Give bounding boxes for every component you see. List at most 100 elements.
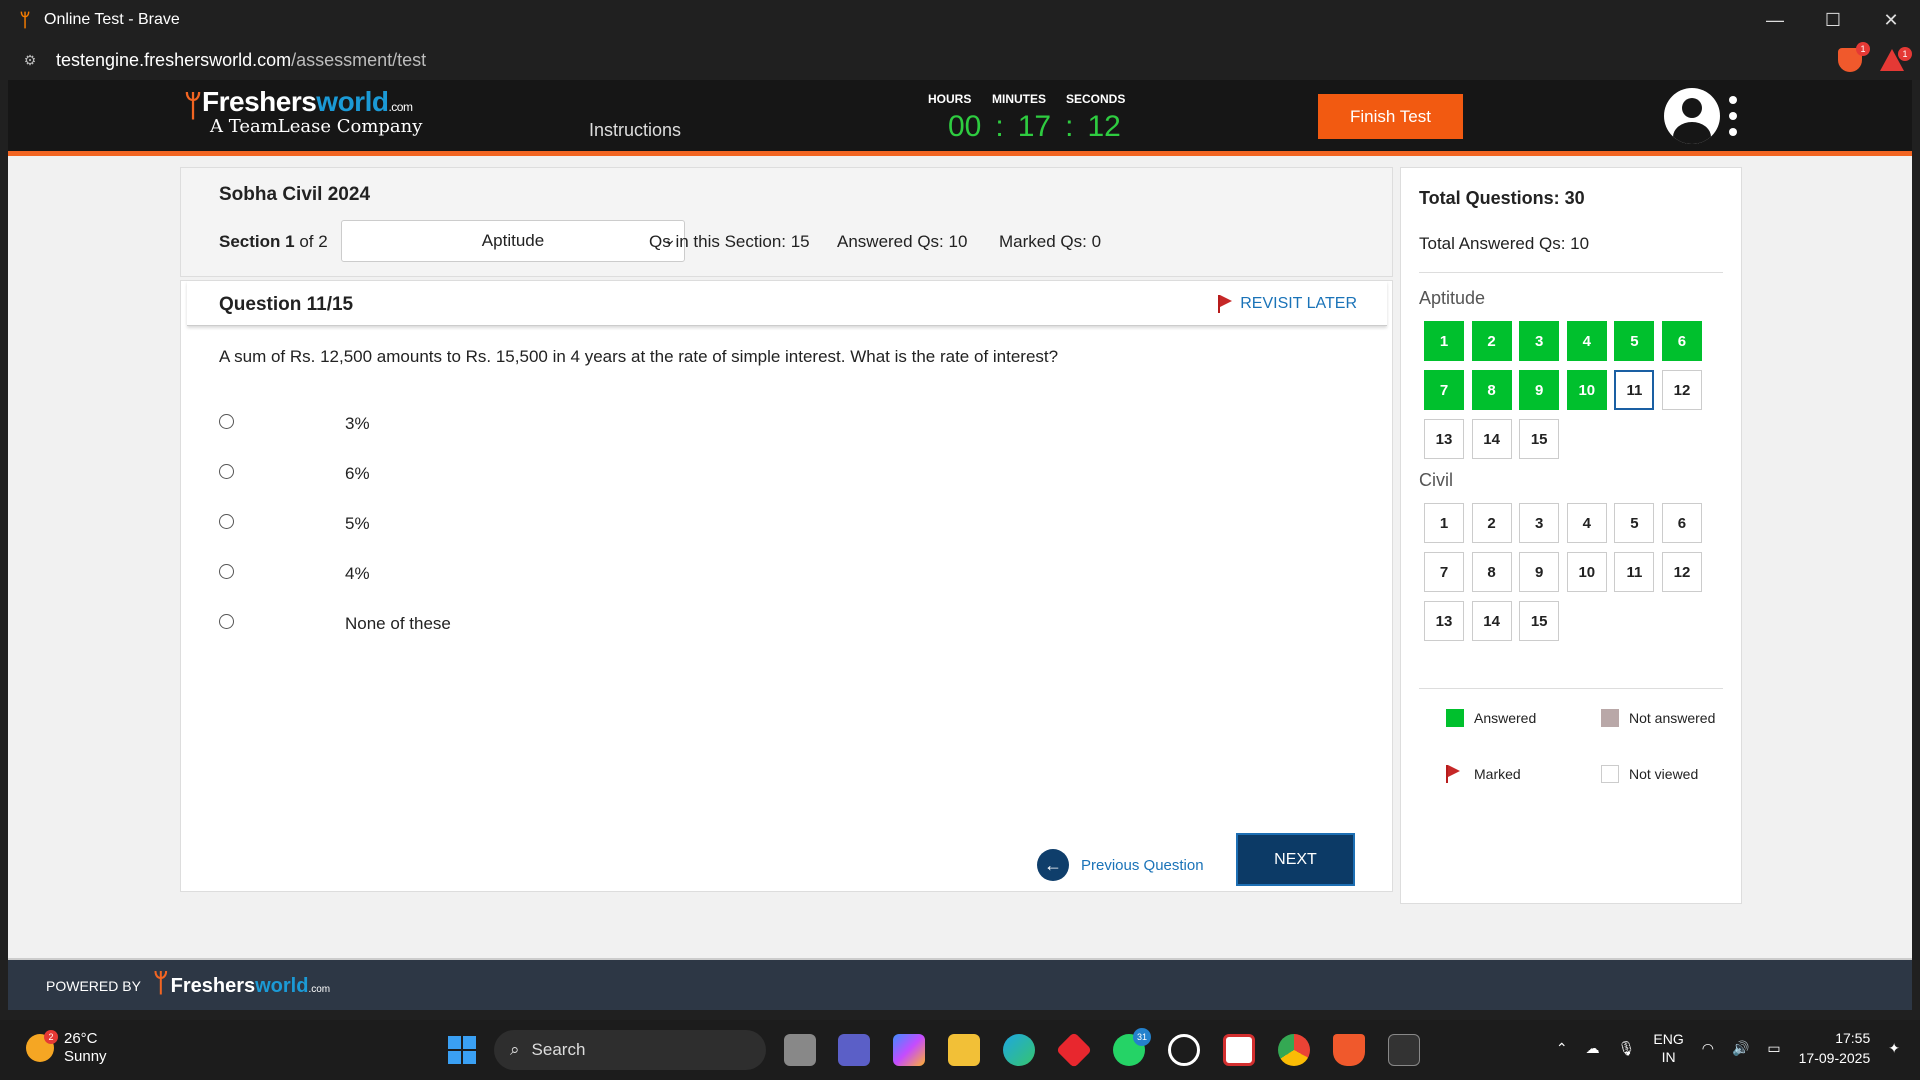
palette-question-button[interactable]: 13: [1424, 601, 1464, 641]
previous-question-button[interactable]: ← Previous Question: [1037, 849, 1204, 881]
volume-icon[interactable]: 🔊: [1732, 1040, 1749, 1057]
answered-qs: Answered Qs: 10: [837, 232, 968, 251]
palette-question-button[interactable]: 4: [1566, 321, 1607, 361]
option-radio[interactable]: [219, 514, 234, 529]
palette-question-button[interactable]: 5: [1614, 321, 1655, 361]
notifications-icon[interactable]: ✦: [1888, 1040, 1900, 1057]
palette-question-button[interactable]: 15: [1519, 601, 1560, 641]
palette-question-button[interactable]: 11: [1614, 552, 1655, 592]
taskbar-search[interactable]: ⌕ Search: [494, 1030, 766, 1070]
test-info-panel: Sobha Civil 2024 Section 1 of 2 Aptitude…: [180, 167, 1393, 277]
onedrive-icon[interactable]: ☁: [1586, 1040, 1600, 1057]
chevron-up-icon[interactable]: ⌃: [1556, 1040, 1568, 1057]
palette-question-button[interactable]: 6: [1661, 503, 1702, 543]
timer-separator: :: [1065, 110, 1074, 143]
option-radio[interactable]: [219, 464, 234, 479]
option-label[interactable]: 6%: [345, 464, 370, 484]
palette-question-button[interactable]: 1: [1424, 321, 1464, 361]
palette-question-button[interactable]: 2: [1471, 321, 1512, 361]
palette-question-button[interactable]: 7: [1424, 552, 1464, 592]
terminal-icon[interactable]: [1388, 1034, 1420, 1066]
clock[interactable]: 17:55 17-09-2025: [1799, 1028, 1871, 1068]
option-label[interactable]: None of these: [345, 614, 451, 634]
instructions-link[interactable]: Instructions: [589, 120, 681, 141]
answer-option[interactable]: 4%: [219, 564, 370, 583]
palette-question-button[interactable]: 7: [1424, 370, 1464, 410]
close-window-button[interactable]: ✕: [1862, 0, 1920, 40]
palette-question-button[interactable]: 9: [1519, 370, 1560, 410]
brave-shield-icon[interactable]: 1: [1838, 42, 1870, 72]
footer-logo-name: Freshers: [170, 975, 256, 997]
palette-question-button[interactable]: 3: [1519, 321, 1560, 361]
browser-titlebar: ᛘ Online Test - Brave — ☐ ✕: [0, 0, 1920, 40]
palette-section-title: Aptitude: [1419, 288, 1486, 308]
chrome-icon[interactable]: [1278, 1034, 1310, 1066]
palette-question-button[interactable]: 2: [1471, 503, 1512, 543]
address-bar[interactable]: ⚙ testengine.freshersworld.com/assessmen…: [0, 40, 1920, 80]
palette-question-button[interactable]: 12: [1661, 370, 1702, 410]
option-label[interactable]: 3%: [345, 414, 370, 434]
wifi-icon[interactable]: ◠: [1702, 1040, 1714, 1057]
option-radio[interactable]: [219, 564, 234, 579]
palette-question-button[interactable]: 6: [1661, 321, 1702, 361]
palette-question-button[interactable]: 4: [1566, 503, 1607, 543]
answer-option[interactable]: None of these: [219, 614, 451, 633]
palette-question-button[interactable]: 14: [1471, 419, 1512, 459]
qs-in-section: Qs in this Section: 15: [649, 232, 810, 251]
next-button[interactable]: NEXT: [1236, 833, 1355, 886]
palette-question-button[interactable]: 8: [1471, 370, 1512, 410]
palette-question-button[interactable]: 8: [1471, 552, 1512, 592]
section-select[interactable]: Aptitude ⌄: [341, 220, 685, 262]
option-radio[interactable]: [219, 414, 234, 429]
edge-icon[interactable]: [1003, 1034, 1035, 1066]
palette-section-title: Civil: [1419, 470, 1453, 490]
palette-question-button[interactable]: 12: [1661, 552, 1702, 592]
copilot-icon[interactable]: [893, 1034, 925, 1066]
weather-widget[interactable]: 2 26°C Sunny: [26, 1030, 107, 1066]
file-explorer-icon[interactable]: [948, 1034, 980, 1066]
palette-question-button[interactable]: 11: [1614, 370, 1655, 410]
url-text[interactable]: testengine.freshersworld.com/assessment/…: [56, 50, 426, 71]
option-radio[interactable]: [219, 614, 234, 629]
microphone-icon[interactable]: 🎙: [1618, 1040, 1636, 1057]
acrobat-icon[interactable]: [1223, 1034, 1255, 1066]
task-view-icon[interactable]: [784, 1034, 816, 1066]
chatgpt-icon[interactable]: [1168, 1034, 1200, 1066]
palette-question-button[interactable]: 14: [1471, 601, 1512, 641]
minimize-button[interactable]: —: [1746, 0, 1804, 40]
flag-icon: [1446, 765, 1460, 783]
freshersworld-logo[interactable]: ᛘ Freshersworld.com A TeamLease Company: [180, 86, 422, 137]
palette-question-button[interactable]: 9: [1519, 552, 1560, 592]
seconds-value: 12: [1087, 110, 1121, 143]
weather-badge: 2: [44, 1030, 58, 1044]
teams-icon[interactable]: [838, 1034, 870, 1066]
palette-question-button[interactable]: 10: [1566, 552, 1607, 592]
powered-by-label: POWERED BY: [46, 978, 141, 994]
whatsapp-icon[interactable]: 31: [1113, 1028, 1151, 1066]
answer-option[interactable]: 3%: [219, 414, 370, 433]
maximize-button[interactable]: ☐: [1804, 0, 1862, 40]
palette-question-button[interactable]: 5: [1614, 503, 1655, 543]
site-settings-icon[interactable]: ⚙: [20, 50, 40, 70]
brave-icon[interactable]: [1333, 1034, 1365, 1066]
brave-rewards-icon[interactable]: 1: [1880, 47, 1912, 71]
revisit-later-button[interactable]: REVISIT LATER: [1218, 295, 1357, 313]
palette-question-button[interactable]: 13: [1424, 419, 1464, 459]
footer-logo[interactable]: ᛘ Freshersworld.com: [153, 968, 330, 999]
windows-start-icon[interactable]: [448, 1036, 476, 1064]
more-options-icon[interactable]: [1728, 96, 1738, 136]
palette-question-button[interactable]: 10: [1566, 370, 1607, 410]
answer-option[interactable]: 5%: [219, 514, 370, 533]
language-indicator[interactable]: ENG IN: [1653, 1030, 1683, 1066]
palette-question-button[interactable]: 1: [1424, 503, 1464, 543]
finish-test-button[interactable]: Finish Test: [1318, 94, 1463, 139]
anydesk-icon[interactable]: [1055, 1031, 1093, 1069]
user-avatar-icon[interactable]: [1664, 88, 1720, 144]
answer-option[interactable]: 6%: [219, 464, 370, 483]
option-label[interactable]: 5%: [345, 514, 370, 534]
palette-question-button[interactable]: 15: [1519, 419, 1560, 459]
battery-icon[interactable]: ▭: [1767, 1040, 1780, 1057]
palette-question-button[interactable]: 3: [1519, 503, 1560, 543]
option-label[interactable]: 4%: [345, 564, 370, 584]
marked-qs: Marked Qs: 0: [999, 232, 1102, 251]
